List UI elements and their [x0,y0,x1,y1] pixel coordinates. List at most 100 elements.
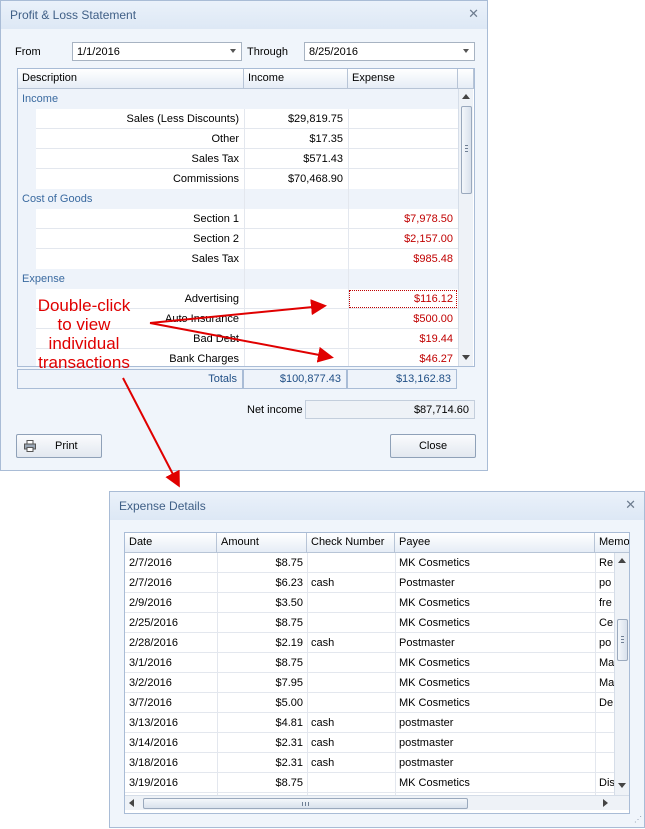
row-amount[interactable]: $7.95 [217,673,307,693]
row-expense-focused[interactable]: $116.12 [348,289,458,309]
row-check-number[interactable] [307,673,395,693]
row-income[interactable] [244,209,348,229]
row-amount[interactable]: $8.75 [217,773,307,793]
row-expense[interactable]: $985.48 [348,249,458,269]
row-description[interactable]: Sales Tax [36,249,244,269]
column-header-description[interactable]: Description [18,69,244,89]
row-expense[interactable]: $7,978.50 [348,209,458,229]
row-check-number[interactable]: cash [307,633,395,653]
horizontal-scrollbar-thumb[interactable] [143,798,468,809]
scrollbar-thumb[interactable] [461,106,472,194]
row-amount[interactable]: $2.31 [217,733,307,753]
row-description[interactable]: Other [36,129,244,149]
row-amount[interactable]: $2.19 [217,633,307,653]
column-header-income[interactable]: Income [244,69,348,89]
row-income[interactable] [244,349,348,366]
row-amount[interactable]: $4.81 [217,713,307,733]
row-memo[interactable]: po [595,573,614,593]
column-header-check-number[interactable]: Check Number [307,533,395,553]
close-button[interactable]: Close [390,434,476,458]
close-icon[interactable]: ✕ [625,497,636,513]
chevron-down-icon[interactable] [230,49,236,53]
row-payee[interactable]: MK Cosmetics [395,693,595,713]
row-expense[interactable] [348,149,458,169]
row-amount[interactable]: $8.75 [217,653,307,673]
row-payee[interactable]: MK Cosmetics [395,653,595,673]
scroll-down-icon[interactable] [462,355,470,360]
resize-grip-icon[interactable]: ⋰ [634,815,642,824]
row-payee[interactable]: postmaster [395,753,595,773]
row-payee[interactable]: Postmaster [395,633,595,653]
chevron-down-icon[interactable] [463,49,469,53]
row-amount[interactable]: $8.75 [217,553,307,573]
close-icon[interactable]: ✕ [468,6,479,22]
row-memo[interactable]: Re [595,553,614,573]
row-payee[interactable]: postmaster [395,733,595,753]
row-check-number[interactable] [307,593,395,613]
row-payee[interactable]: Postmaster [395,573,595,593]
group-cost-of-goods[interactable]: Cost of Goods [18,189,458,209]
column-header-expense[interactable]: Expense [348,69,458,89]
row-memo[interactable]: Ma [595,673,614,693]
scroll-down-icon[interactable] [618,783,626,788]
row-expense[interactable]: $500.00 [348,309,458,329]
scrollbar-thumb[interactable] [617,619,628,661]
row-description[interactable]: Sales Tax [36,149,244,169]
row-income[interactable]: $571.43 [244,149,348,169]
row-date[interactable]: 3/7/2016 [125,693,217,713]
row-amount[interactable]: $2.31 [217,753,307,773]
row-date[interactable]: 3/14/2016 [125,733,217,753]
row-amount[interactable]: $8.75 [217,613,307,633]
row-description[interactable]: Section 1 [36,209,244,229]
print-button[interactable]: Print [16,434,102,458]
row-income[interactable]: $17.35 [244,129,348,149]
row-expense[interactable] [348,129,458,149]
row-payee[interactable]: MK Cosmetics [395,553,595,573]
row-payee[interactable]: MK Cosmetics [395,773,595,793]
row-date[interactable]: 3/1/2016 [125,653,217,673]
scroll-left-icon[interactable] [129,799,134,807]
row-check-number[interactable] [307,693,395,713]
row-income[interactable]: $29,819.75 [244,109,348,129]
row-expense[interactable]: $46.27 [348,349,458,366]
row-description[interactable]: Sales (Less Discounts) [36,109,244,129]
group-expense[interactable]: Expense [18,269,458,289]
column-header-date[interactable]: Date [125,533,217,553]
row-memo[interactable]: Dis [595,773,614,793]
row-check-number[interactable]: cash [307,713,395,733]
row-amount[interactable]: $6.23 [217,573,307,593]
pl-vertical-scrollbar[interactable] [458,89,473,366]
row-income[interactable] [244,309,348,329]
row-income[interactable] [244,249,348,269]
row-expense[interactable] [348,109,458,129]
row-memo[interactable] [595,733,614,753]
row-date[interactable]: 2/28/2016 [125,633,217,653]
row-date[interactable]: 2/25/2016 [125,613,217,633]
row-expense[interactable]: $19.44 [348,329,458,349]
row-check-number[interactable] [307,653,395,673]
row-memo[interactable] [595,713,614,733]
row-date[interactable]: 3/19/2016 [125,773,217,793]
row-memo[interactable] [595,753,614,773]
row-payee[interactable]: postmaster [395,713,595,733]
row-date[interactable]: 3/18/2016 [125,753,217,773]
column-header-memo[interactable]: Memo [595,533,629,553]
row-memo[interactable]: Ma [595,653,614,673]
ed-horizontal-scrollbar[interactable] [125,795,629,810]
row-memo[interactable]: po [595,633,614,653]
row-check-number[interactable]: cash [307,573,395,593]
scroll-up-icon[interactable] [462,94,470,99]
row-income[interactable] [244,289,348,309]
row-check-number[interactable]: cash [307,733,395,753]
row-description[interactable]: Commissions [36,169,244,189]
row-date[interactable]: 3/2/2016 [125,673,217,693]
row-income[interactable] [244,229,348,249]
row-memo[interactable]: Ce [595,613,614,633]
row-amount[interactable]: $3.50 [217,593,307,613]
row-check-number[interactable] [307,773,395,793]
row-check-number[interactable]: cash [307,753,395,773]
row-check-number[interactable] [307,613,395,633]
row-expense[interactable] [348,169,458,189]
row-date[interactable]: 2/9/2016 [125,593,217,613]
row-date[interactable]: 2/7/2016 [125,553,217,573]
